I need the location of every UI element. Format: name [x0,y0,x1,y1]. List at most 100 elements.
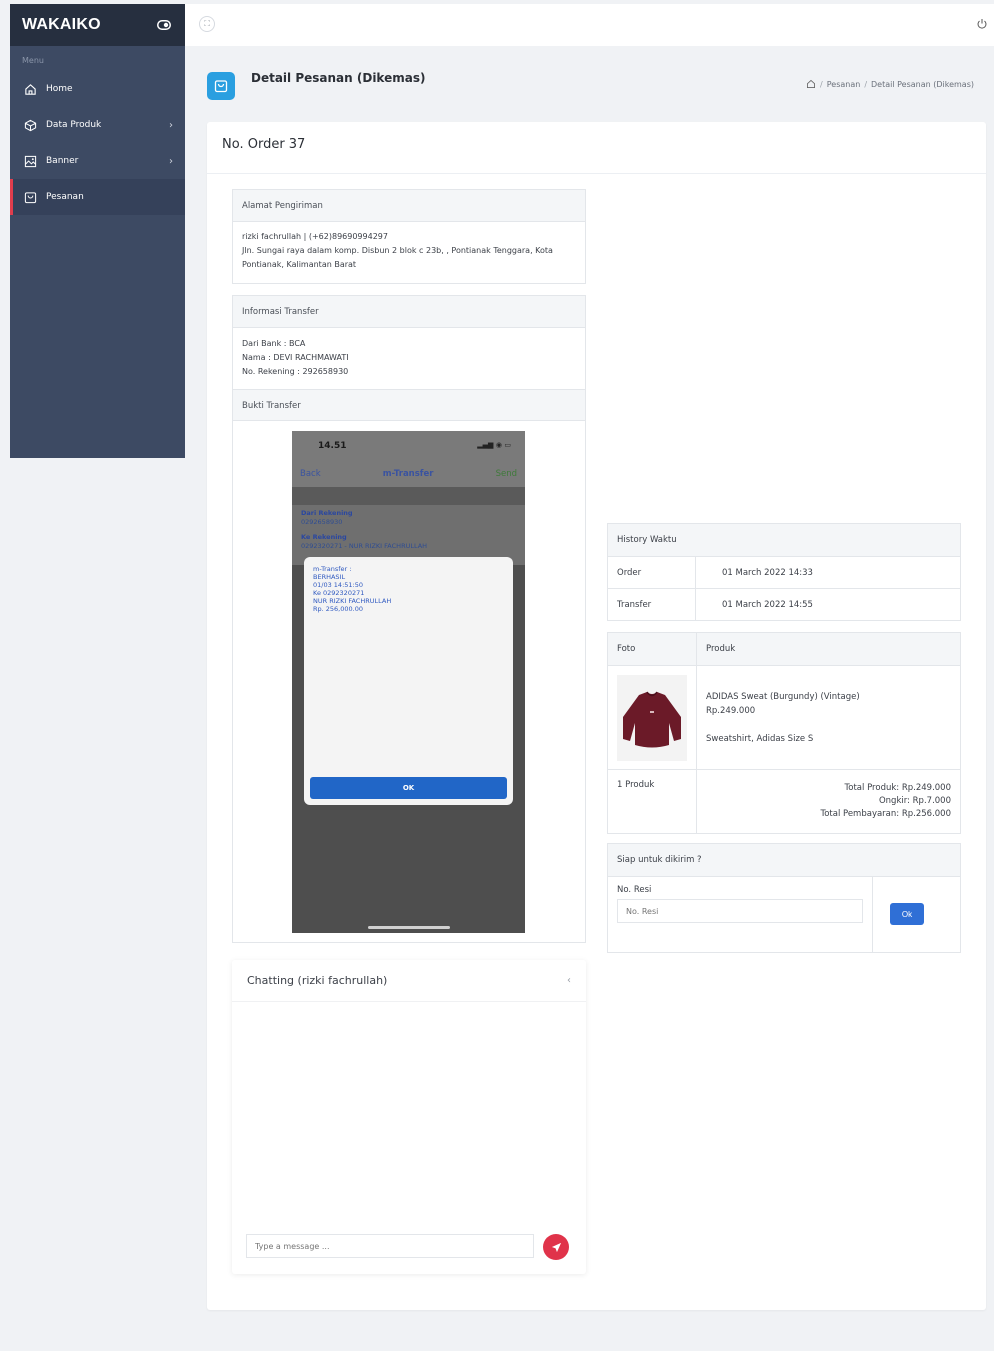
history-value: 01 March 2022 14:33 [695,556,961,589]
to-label: Ke Rekening [301,533,347,541]
from-label: Dari Rekening [301,509,353,517]
product-info-cell: ADIDAS Sweat (Burgundy) (Vintage) Rp.249… [696,665,961,770]
table-row: Order 01 March 2022 14:33 [607,556,961,589]
resi-cell: No. Resi [607,876,873,953]
transfer-info-panel: Informasi Transfer Dari Bank : BCA Nama … [232,295,586,943]
product-count: 1 Produk [607,769,697,834]
order-title: No. Order 37 [207,122,986,174]
sidebar-item-label: Pesanan [46,192,84,202]
history-value: 01 March 2022 14:55 [695,588,961,621]
phone-title: m-Transfer [382,469,434,479]
brand-logo[interactable]: WAKAIKO [22,16,101,34]
resi-input[interactable] [617,899,863,923]
chat-header: Chatting (rizki fachrullah) ‹ [232,960,586,1002]
phone-home-indicator [368,926,450,929]
chat-title: Chatting (rizki fachrullah) [247,974,388,987]
total-payment: Total Pembayaran: Rp.256.000 [820,809,951,819]
send-button[interactable] [543,1234,569,1260]
phone-send: Send [495,469,517,479]
chat-message-input[interactable] [246,1234,534,1258]
chevron-right-icon: › [169,119,173,131]
product-totals: Total Produk: Rp.249.000 Ongkir: Rp.7.00… [696,769,961,834]
home-icon[interactable] [806,79,816,89]
sidebar-item-pesanan[interactable]: Pesanan [10,179,185,215]
shipping-cost: Ongkir: Rp.7.000 [878,796,951,806]
proof-header: Bukti Transfer [233,389,585,421]
phone-status-bar: 14.51 ▂▄▆ ◉ ▭ [292,431,525,461]
breadcrumb-pesanan[interactable]: Pesanan [827,80,861,89]
sidebar-item-home[interactable]: Home [10,71,185,107]
to-value: 0292320271 - NUR RIZKI FACHRULLAH [301,542,428,550]
dialog-ok: OK [310,777,507,799]
shopping-bag-icon [207,72,235,100]
dialog-line: Ke 0292320271 [313,589,365,597]
topbar: ⛶ [185,4,994,46]
dialog-line: NUR RIZKI FACHRULLAH [313,597,392,605]
transfer-account: No. Rekening : 292658930 [242,367,349,376]
send-icon [551,1242,561,1252]
ship-ready-header: Siap untuk dikirim ? [607,843,961,877]
sidebar-toggle-icon[interactable] [157,20,171,30]
chevron-right-icon: › [169,155,173,167]
sidebar-item-data-produk[interactable]: Data Produk › [10,107,185,143]
col-product: Produk [696,632,961,666]
transfer-info-header: Informasi Transfer [233,296,585,328]
history-label: Order [607,556,696,589]
col-photo: Foto [607,632,697,666]
cube-icon [24,119,37,132]
ok-button[interactable]: Ok [890,903,924,925]
phone-time: 14.51 [318,441,347,451]
phone-back: Back [300,469,321,479]
dialog-line: m-Transfer : [313,565,352,573]
chat-box: Chatting (rizki fachrullah) ‹ [232,960,586,1274]
dialog-line: BERHASIL [313,573,346,581]
ship-ready-table: Siap untuk dikirim ? No. Resi Ok [607,843,961,953]
page-title: Detail Pesanan (Dikemas) [251,71,426,85]
transfer-proof-image[interactable]: 14.51 ▂▄▆ ◉ ▭ Back m-Transfer Send Dari … [292,431,525,933]
order-detail-card: No. Order 37 Alamat Pengiriman rizki fac… [207,122,986,1310]
signal-battery-icon: ▂▄▆ ◉ ▭ [477,441,511,449]
history-label: Transfer [607,588,696,621]
transfer-name: Nama : DEVI RACHMAWATI [242,353,349,362]
shipping-address: Jln. Sungai raya dalam komp. Disbun 2 bl… [242,246,553,269]
breadcrumb-current: Detail Pesanan (Dikemas) [871,79,974,89]
phone-navbar: Back m-Transfer Send [292,461,525,487]
sidebar-item-banner[interactable]: Banner › [10,143,185,179]
phone-dialog: m-Transfer : BERHASIL 01/03 14:51:50 Ke … [304,557,513,805]
brand-bar: WAKAIKO [10,4,185,46]
breadcrumb-separator: / [864,79,868,89]
fullscreen-icon[interactable]: ⛶ [199,16,215,32]
shopping-bag-icon [24,191,37,204]
sidebar-item-label: Data Produk [46,120,102,130]
phone-spacer [292,487,525,505]
shipping-recipient: rizki fachrullah | (+62)89690994297 [242,232,388,241]
product-table: Foto Produk ADIDAS Sweat (Burgundy) (Vin… [607,632,961,834]
history-table: History Waktu Order 01 March 2022 14:33 … [607,523,961,621]
table-row: ADIDAS Sweat (Burgundy) (Vintage) Rp.249… [607,665,961,770]
product-name: ADIDAS Sweat (Burgundy) (Vintage) [706,692,860,702]
table-row: Transfer 01 March 2022 14:55 [607,588,961,621]
product-photo-cell [607,665,697,770]
product-image[interactable] [617,674,687,761]
product-price: Rp.249.000 [706,706,756,716]
sidebar: WAKAIKO Menu Home Data Produk › Banner ›… [10,4,185,458]
breadcrumb-separator: / [820,79,823,89]
product-note: Sweatshirt, Adidas Size S [706,734,814,744]
resi-label: No. Resi [617,885,652,895]
home-icon [24,83,37,96]
image-icon [24,155,37,168]
resi-action-cell: Ok [872,876,961,953]
dialog-line: Rp. 256,000.00 [313,605,363,613]
history-header: History Waktu [607,523,961,557]
dialog-line: 01/03 14:51:50 [313,581,363,589]
power-icon[interactable] [976,18,988,30]
from-value: 0292658930 [301,518,343,526]
total-product: Total Produk: Rp.249.000 [844,783,951,793]
dialog-message: m-Transfer : BERHASIL 01/03 14:51:50 Ke … [304,557,513,621]
menu-label: Menu [22,56,44,65]
chevron-left-icon[interactable]: ‹ [567,975,571,986]
sidebar-item-label: Home [46,84,73,94]
phone-accounts: Dari Rekening 0292658930 Ke Rekening 029… [292,505,525,565]
sidebar-item-label: Banner [46,156,79,166]
transfer-bank: Dari Bank : BCA [242,339,306,348]
